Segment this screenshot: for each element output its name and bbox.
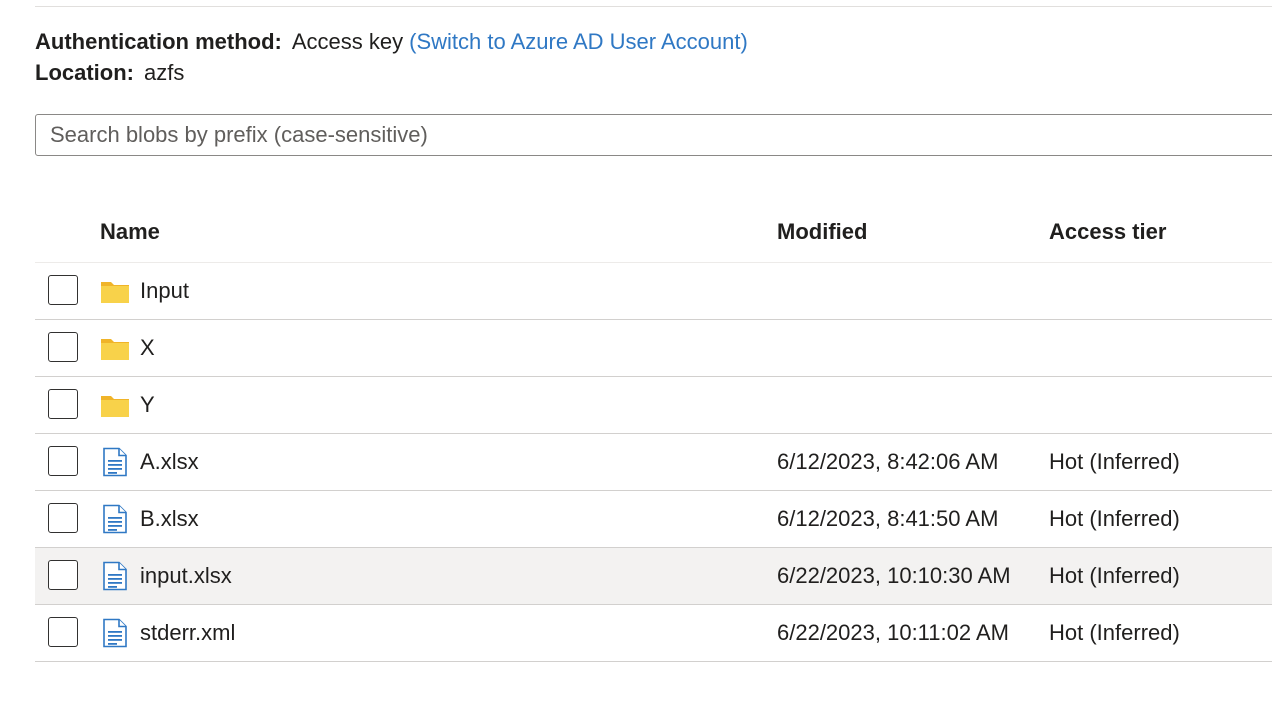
row-checkbox[interactable] — [48, 446, 78, 476]
row-access-tier: Hot (Inferred) — [1049, 620, 1180, 645]
file-icon — [100, 561, 130, 591]
location-label: Location: — [35, 60, 134, 85]
row-checkbox[interactable] — [48, 617, 78, 647]
auth-method-label: Authentication method: — [35, 29, 282, 54]
column-header-modified[interactable]: Modified — [777, 218, 867, 246]
row-name[interactable]: input.xlsx — [140, 562, 232, 590]
folder-row[interactable]: Y — [35, 377, 1272, 434]
row-name[interactable]: Y — [140, 391, 155, 419]
file-row[interactable]: input.xlsx 6/22/2023, 10:10:30 AM Hot (Inf… — [35, 548, 1272, 605]
column-header-name[interactable]: Name — [100, 218, 160, 246]
row-access-tier: Hot (Inferred) — [1049, 506, 1180, 531]
row-access-tier: Hot (Inferred) — [1049, 563, 1180, 588]
row-checkbox[interactable] — [48, 503, 78, 533]
file-icon — [100, 447, 130, 477]
row-checkbox[interactable] — [48, 332, 78, 362]
search-input[interactable] — [50, 115, 1250, 155]
row-access-tier: Hot (Inferred) — [1049, 449, 1180, 474]
row-name[interactable]: stderr.xml — [140, 619, 235, 647]
top-divider — [35, 6, 1272, 7]
folder-row[interactable]: X — [35, 320, 1272, 377]
auth-method-value: Access key — [291, 29, 404, 54]
row-checkbox[interactable] — [48, 389, 78, 419]
row-checkbox[interactable] — [48, 275, 78, 305]
row-name[interactable]: B.xlsx — [140, 505, 199, 533]
row-name[interactable]: X — [140, 334, 155, 362]
file-icon — [100, 618, 130, 648]
blob-list: Name Modified Access tier Input X Y A.xlsx 6… — [35, 204, 1272, 662]
folder-icon — [100, 276, 130, 306]
list-header: Name Modified Access tier — [35, 204, 1272, 263]
column-header-access-tier[interactable]: Access tier — [1049, 218, 1166, 246]
location-value: azfs — [144, 60, 185, 85]
folder-row[interactable]: Input — [35, 263, 1272, 320]
row-name[interactable]: A.xlsx — [140, 448, 199, 476]
row-checkbox[interactable] — [48, 560, 78, 590]
file-icon — [100, 504, 130, 534]
search-box — [35, 114, 1272, 156]
row-name[interactable]: Input — [140, 277, 189, 305]
auth-method-line: Authentication method: Access key (Switch … — [35, 28, 748, 56]
row-modified: 6/22/2023, 10:11:02 AM — [777, 620, 1009, 645]
file-row[interactable]: stderr.xml 6/22/2023, 10:11:02 AM Hot (Inf… — [35, 605, 1272, 662]
file-row[interactable]: B.xlsx 6/12/2023, 8:41:50 AM Hot (Inferred… — [35, 491, 1272, 548]
list-body: Input X Y A.xlsx 6/12/2023, 8:42:06 AM Hot (I… — [35, 263, 1272, 662]
location-line: Location: azfs — [35, 59, 184, 87]
row-modified: 6/12/2023, 8:42:06 AM — [777, 449, 999, 474]
file-row[interactable]: A.xlsx 6/12/2023, 8:42:06 AM Hot (Inferred… — [35, 434, 1272, 491]
switch-auth-link[interactable]: (Switch to Azure AD User Account) — [409, 29, 748, 54]
folder-icon — [100, 333, 130, 363]
folder-icon — [100, 390, 130, 420]
row-modified: 6/22/2023, 10:10:30 AM — [777, 563, 1011, 588]
row-modified: 6/12/2023, 8:41:50 AM — [777, 506, 999, 531]
